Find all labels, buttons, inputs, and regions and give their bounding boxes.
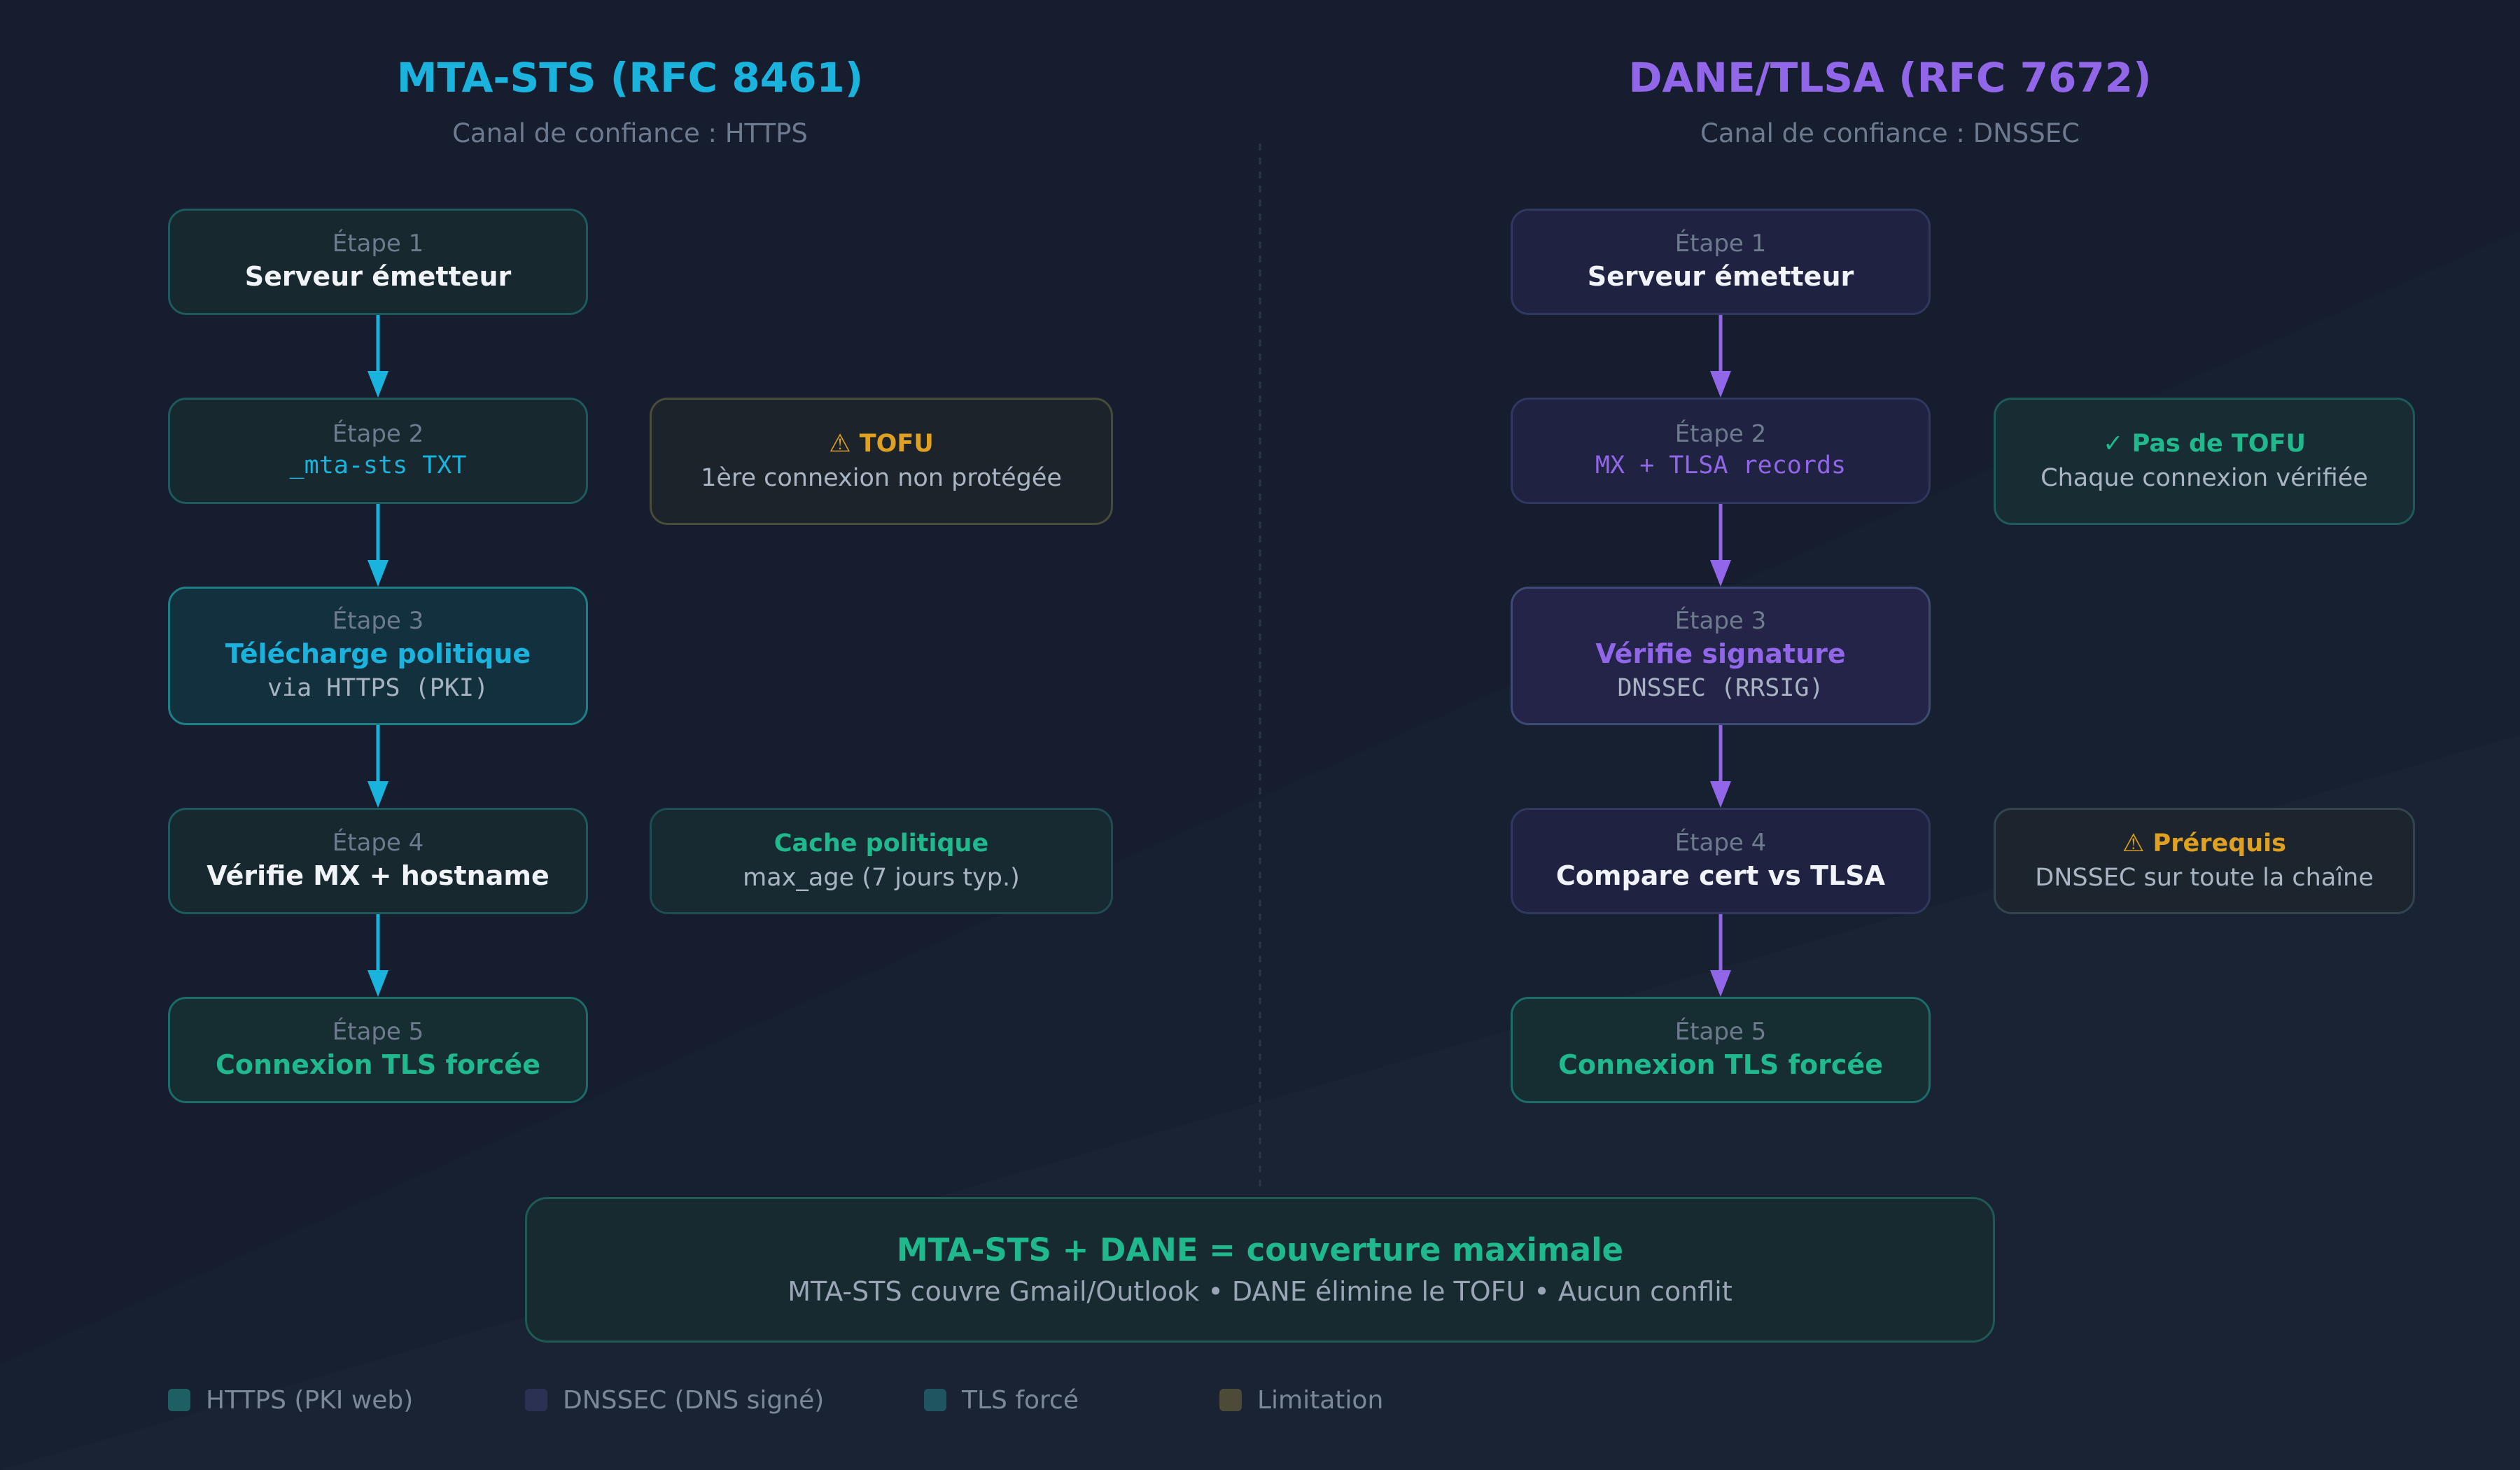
step-label: Étape 4 [332, 829, 424, 858]
note-title: ✓ Pas de TOFU [2103, 430, 2306, 458]
no-tofu-note: ✓ Pas de TOFU Chaque connexion vérifiée [1994, 398, 2415, 525]
dane-step-3: Étape 3 Vérifie signature DNSSEC (RRSIG) [1511, 587, 1931, 725]
mta-sts-arrow-2 [368, 504, 388, 587]
dane-step-5: Étape 5 Connexion TLS forcée [1511, 997, 1931, 1103]
mta-sts-step-2: Étape 2 _mta-sts TXT [168, 398, 588, 504]
mta-sts-step-5: Étape 5 Connexion TLS forcée [168, 997, 588, 1103]
legend-swatch [924, 1389, 946, 1411]
mta-sts-arrow-1 [368, 315, 388, 398]
step-title: Serveur émetteur [244, 260, 512, 292]
step-label: Étape 3 [332, 607, 424, 636]
note-text: max_age (7 jours typ.) [743, 864, 1020, 892]
dane-step-2: Étape 2 MX + TLSA records [1511, 398, 1931, 504]
mta-sts-arrow-4 [368, 914, 388, 997]
note-text: 1ère connexion non protégée [701, 464, 1062, 492]
step-title: Vérifie MX + hostname [206, 860, 550, 891]
step-title: Télécharge politique [225, 638, 531, 669]
dane-arrow-4 [1710, 914, 1731, 997]
step-title: Vérifie signature [1595, 638, 1846, 669]
note-title: ⚠ TOFU [829, 430, 934, 458]
summary-text: MTA-STS couvre Gmail/Outlook • DANE élim… [788, 1276, 1732, 1307]
dane-arrow-1 [1710, 315, 1731, 398]
step-label: Étape 5 [332, 1018, 424, 1046]
legend-label: HTTPS (PKI web) [206, 1385, 414, 1415]
step-detail: DNSSEC (RRSIG) [1617, 674, 1824, 703]
mta-sts-title: MTA-STS (RFC 8461) [396, 54, 864, 102]
dane-arrow-2 [1710, 504, 1731, 587]
step-title: _mta-sts TXT [289, 451, 467, 479]
prerequisite-note: ⚠ Prérequis DNSSEC sur toute la chaîne [1994, 808, 2415, 914]
note-title: ⚠ Prérequis [2122, 830, 2286, 858]
step-label: Étape 1 [332, 230, 424, 258]
legend-item-https: HTTPS (PKI web) [168, 1385, 414, 1415]
step-title: MX + TLSA records [1595, 451, 1847, 479]
mta-sts-step-1: Étape 1 Serveur émetteur [168, 209, 588, 315]
mta-sts-arrow-3 [368, 725, 388, 808]
step-label: Étape 2 [332, 420, 424, 449]
step-label: Étape 4 [1674, 829, 1767, 858]
dane-arrow-3 [1710, 725, 1731, 808]
step-label: Étape 5 [1674, 1018, 1767, 1046]
dane-step-1: Étape 1 Serveur émetteur [1511, 209, 1931, 315]
legend-item-limitation: Limitation [1219, 1385, 1384, 1415]
step-detail: via HTTPS (PKI) [267, 674, 489, 703]
dane-step-4: Étape 4 Compare cert vs TLSA [1511, 808, 1931, 914]
legend-swatch [1219, 1389, 1242, 1411]
cache-policy-note: Cache politique max_age (7 jours typ.) [650, 808, 1113, 914]
summary-title: MTA-STS + DANE = couverture maximale [896, 1231, 1624, 1268]
step-title: Compare cert vs TLSA [1555, 860, 1886, 891]
step-label: Étape 2 [1674, 420, 1767, 449]
summary-box: MTA-STS + DANE = couverture maximale MTA… [525, 1197, 1995, 1343]
mta-sts-step-4: Étape 4 Vérifie MX + hostname [168, 808, 588, 914]
legend-label: Limitation [1257, 1385, 1384, 1415]
note-title: Cache politique [774, 830, 989, 858]
mta-sts-step-3: Étape 3 Télécharge politique via HTTPS (… [168, 587, 588, 725]
dane-subtitle: Canal de confiance : DNSSEC [1700, 118, 2080, 148]
legend-swatch [525, 1389, 547, 1411]
legend-swatch [168, 1389, 190, 1411]
step-label: Étape 1 [1674, 230, 1767, 258]
step-label: Étape 3 [1674, 607, 1767, 636]
legend-label: DNSSEC (DNS signé) [563, 1385, 825, 1415]
step-title: Serveur émetteur [1587, 260, 1854, 292]
note-text: DNSSEC sur toute la chaîne [2035, 864, 2374, 892]
note-text: Chaque connexion vérifiée [2040, 464, 2368, 492]
diagram-canvas: MTA-STS (RFC 8461) Canal de confiance : … [0, 0, 2520, 1470]
legend-label: TLS forcé [962, 1385, 1079, 1415]
tofu-warning-note: ⚠ TOFU 1ère connexion non protégée [650, 398, 1113, 525]
legend-item-tls: TLS forcé [924, 1385, 1079, 1415]
step-title: Connexion TLS forcée [216, 1049, 540, 1080]
mta-sts-subtitle: Canal de confiance : HTTPS [452, 118, 808, 148]
dane-title: DANE/TLSA (RFC 7672) [1628, 54, 2152, 102]
legend-item-dnssec: DNSSEC (DNS signé) [525, 1385, 825, 1415]
step-title: Connexion TLS forcée [1558, 1049, 1883, 1080]
